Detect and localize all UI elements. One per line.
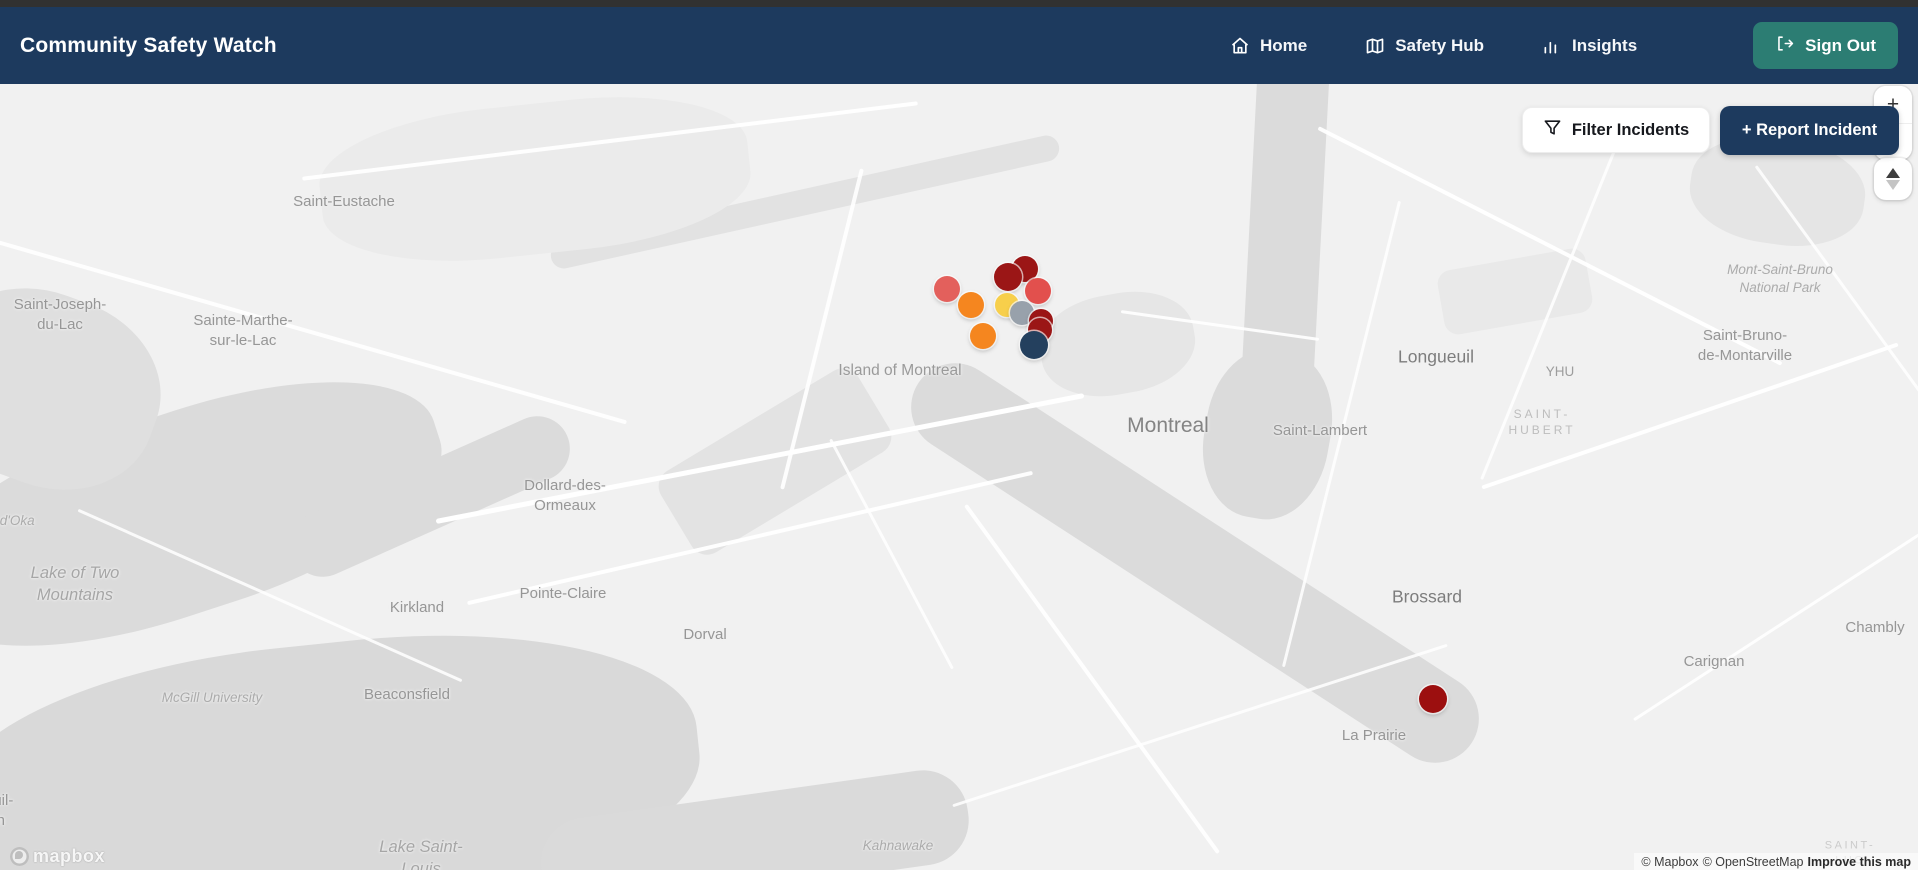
road-line [1633, 489, 1918, 722]
funnel-icon [1543, 118, 1562, 142]
nav-safety-hub-label: Safety Hub [1395, 35, 1484, 55]
app-header: Community Safety Watch Home Safety Hub I… [0, 7, 1918, 84]
incident-marker[interactable] [1025, 278, 1051, 304]
water-shape [1191, 339, 1344, 529]
attribution-mapbox-link[interactable]: © Mapbox [1641, 855, 1698, 869]
incident-marker[interactable] [934, 276, 960, 302]
incident-marker[interactable] [994, 263, 1022, 291]
compass-down-icon [1886, 180, 1900, 190]
nav-insights[interactable]: Insights [1542, 36, 1637, 56]
map-label: Dorval [683, 626, 727, 644]
nav-insights-label: Insights [1572, 35, 1638, 55]
window-top-strip [0, 0, 1918, 7]
logout-icon [1775, 34, 1794, 58]
nav-home[interactable]: Home [1230, 36, 1307, 56]
main-nav: Home Safety Hub Insights Sign Out [1230, 22, 1898, 69]
filter-incidents-button[interactable]: Filter Incidents [1522, 107, 1710, 153]
road-line [829, 438, 954, 670]
nav-home-label: Home [1259, 35, 1308, 55]
map-label: Sainte-Marthe- sur-le-Lac [193, 312, 293, 349]
mapbox-logo-icon [10, 847, 29, 866]
map-label: SAINT- HUBERT [1508, 407, 1576, 437]
map-label: Kirkland [389, 599, 445, 617]
home-icon [1230, 36, 1250, 56]
attribution-osm-link[interactable]: © OpenStreetMap [1703, 855, 1804, 869]
map-label: Brossard [1391, 586, 1463, 607]
map-compass-control[interactable] [1874, 158, 1912, 200]
map-canvas[interactable]: Saint-Eustache Saint-Joseph- du-Lac Sainte… [0, 84, 1918, 870]
report-incident-label: + Report Incident [1741, 121, 1878, 139]
app-title: Community Safety Watch [20, 33, 277, 57]
map-label: Longueuil [1398, 346, 1474, 367]
water-shape [313, 84, 757, 277]
incident-marker[interactable] [1419, 685, 1447, 713]
report-incident-button[interactable]: + Report Incident [1720, 106, 1899, 155]
sign-out-button[interactable]: Sign Out [1753, 22, 1898, 69]
bar-chart-icon [1542, 36, 1562, 56]
map-label: Montreal [1127, 414, 1209, 438]
incident-marker[interactable] [958, 292, 984, 318]
attribution-improve-link[interactable]: Improve this map [1808, 855, 1912, 869]
map-attribution: © Mapbox © OpenStreetMap Improve this ma… [1634, 853, 1918, 870]
water-shape [1032, 281, 1203, 407]
map-icon [1365, 36, 1385, 56]
nav-safety-hub[interactable]: Safety Hub [1365, 36, 1484, 56]
road-line [1481, 342, 1899, 490]
incident-marker[interactable] [970, 323, 996, 349]
mapbox-logo[interactable]: mapbox [10, 846, 105, 867]
mapbox-logo-word: mapbox [33, 846, 106, 866]
sign-out-label: Sign Out [1805, 35, 1876, 55]
filter-incidents-label: Filter Incidents [1571, 120, 1690, 139]
compass-up-icon [1886, 168, 1900, 178]
map-label: Mont-Saint-Bruno National Park [1727, 262, 1833, 295]
map-label: YHU [1545, 364, 1575, 380]
map-label: Chambly [1845, 619, 1905, 637]
incident-marker[interactable] [1020, 331, 1048, 359]
